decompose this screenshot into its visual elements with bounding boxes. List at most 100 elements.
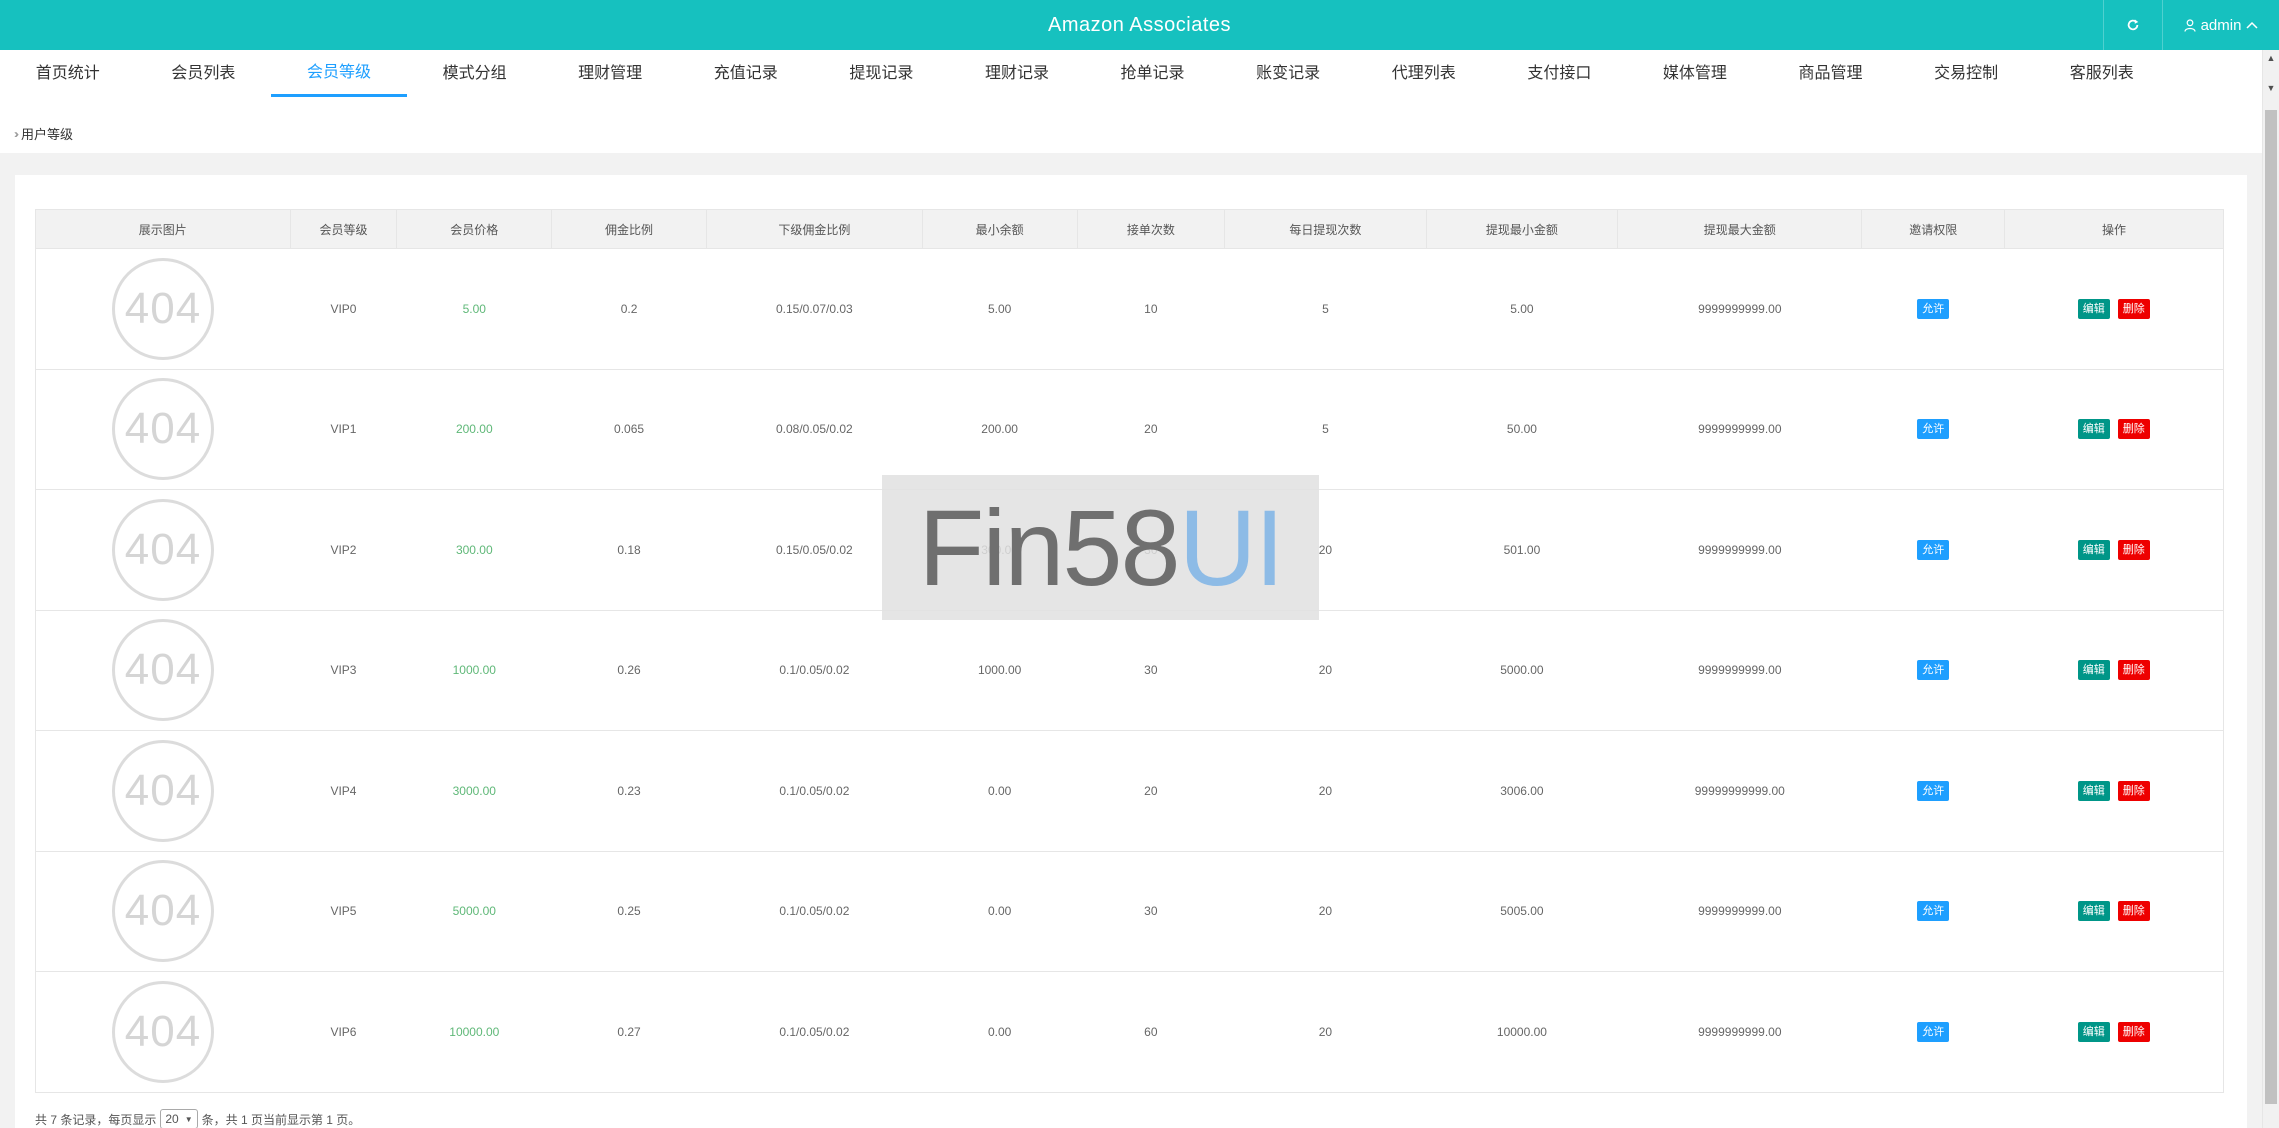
level-table: 展示图片 会员等级 会员价格 佣金比例 下级佣金比例 最小余额 接单次数 每日提现次数 提现最小…	[35, 209, 2224, 1093]
tab-12[interactable]: 支付接口	[1492, 50, 1628, 98]
delete-button[interactable]: 删除	[2117, 780, 2150, 801]
broken-image-placeholder: 404	[112, 980, 215, 1083]
cell-sub-commission: 0.1/0.05/0.02	[706, 850, 923, 972]
cell-withdraw-min: 50.00	[1426, 368, 1618, 490]
scroll-up-arrow-icon[interactable]: ▲	[2263, 50, 2279, 67]
cell-withdraw-min: 3006.00	[1426, 730, 1618, 852]
tab-4[interactable]: 模式分组	[407, 50, 543, 98]
cell-sub-commission: 0.1/0.05/0.02	[706, 971, 923, 1093]
table-row: 404 VIP1 200.00 0.065 0.08/0.05/0.02 200.00 20…	[35, 368, 2224, 490]
cell-level: VIP5	[290, 850, 397, 972]
table-row: 404 VIP4 3000.00 0.23 0.1/0.05/0.02 0.00 20 20 3…	[35, 730, 2224, 852]
image-cell: 404	[35, 248, 291, 370]
invite-allow-badge[interactable]: 允许	[1917, 419, 1950, 440]
cell-daily-withdrawals: 5	[1224, 368, 1427, 490]
cell-price: 300.00	[396, 489, 552, 611]
cell-price: 10000.00	[396, 971, 552, 1093]
invite-allow-badge[interactable]: 允许	[1917, 780, 1950, 801]
cell-commission: 0.18	[551, 489, 707, 611]
user-menu[interactable]: admin	[2162, 0, 2279, 50]
cell-invite: 允许	[1861, 609, 2005, 731]
tab-bar: 首页统计 会员列表 会员等级 模式分组 理财管理 充值记录 提现记录 理财记录 抢单记录 账变记录…	[0, 50, 2170, 100]
invite-allow-badge[interactable]: 允许	[1917, 1021, 1950, 1042]
image-cell: 404	[35, 971, 291, 1093]
tab-2[interactable]: 会员列表	[136, 50, 272, 98]
cell-commission: 0.26	[551, 609, 707, 731]
cell-actions: 编辑 删除	[2004, 368, 2224, 490]
invite-allow-badge[interactable]: 允许	[1917, 298, 1950, 319]
tab-14[interactable]: 商品管理	[1763, 50, 1899, 98]
column-header: 最小余额	[921, 209, 1078, 249]
cell-price: 1000.00	[396, 609, 552, 731]
edit-button[interactable]: 编辑	[2077, 539, 2110, 560]
page-size-select[interactable]: 20 ▼	[160, 1109, 198, 1128]
broken-image-placeholder: 404	[112, 739, 215, 842]
refresh-button[interactable]	[2103, 0, 2162, 50]
tab-6[interactable]: 充值记录	[678, 50, 814, 98]
column-header: 提现最大金额	[1617, 209, 1863, 249]
column-header: 会员价格	[396, 209, 553, 249]
column-header: 佣金比例	[551, 209, 707, 249]
image-cell: 404	[35, 609, 291, 731]
cell-orders: 30	[1077, 850, 1225, 972]
tab-1[interactable]: 首页统计	[0, 50, 136, 98]
invite-allow-badge[interactable]: 允许	[1917, 660, 1950, 681]
cell-withdraw-max: 9999999999.00	[1617, 609, 1862, 731]
tab-7[interactable]: 提现记录	[814, 50, 950, 98]
cell-withdraw-max: 9999999999.00	[1617, 248, 1862, 370]
tab-8[interactable]: 理财记录	[949, 50, 1085, 98]
cell-withdraw-min: 5005.00	[1426, 850, 1618, 972]
column-header: 会员等级	[289, 209, 398, 249]
user-icon	[2183, 18, 2196, 32]
cell-withdraw-min: 5.00	[1426, 248, 1618, 370]
tab-9[interactable]: 抢单记录	[1085, 50, 1221, 98]
tab-15[interactable]: 交易控制	[1898, 50, 2034, 98]
scrollbar-thumb[interactable]	[2265, 110, 2277, 1104]
cell-daily-withdrawals: 20	[1224, 971, 1427, 1093]
vertical-scrollbar[interactable]: ▲ ▼	[2262, 50, 2279, 1128]
cell-withdraw-max: 9999999999.00	[1617, 368, 1862, 490]
invite-allow-badge[interactable]: 允许	[1917, 901, 1950, 922]
delete-button[interactable]: 删除	[2117, 539, 2150, 560]
invite-allow-badge[interactable]: 允许	[1917, 539, 1950, 560]
edit-button[interactable]: 编辑	[2077, 1021, 2110, 1042]
edit-button[interactable]: 编辑	[2077, 901, 2110, 922]
column-header: 展示图片	[35, 209, 291, 249]
delete-button[interactable]: 删除	[2117, 419, 2150, 440]
cell-actions: 编辑 删除	[2004, 489, 2224, 611]
broken-image-placeholder: 404	[112, 257, 215, 360]
edit-button[interactable]: 编辑	[2077, 780, 2110, 801]
tab-3[interactable]: 会员等级	[271, 50, 407, 97]
cell-withdraw-max: 9999999999.00	[1617, 971, 1862, 1093]
column-header: 下级佣金比例	[705, 209, 923, 249]
tab-11[interactable]: 代理列表	[1356, 50, 1492, 98]
cell-level: VIP0	[290, 248, 397, 370]
cell-withdraw-min: 10000.00	[1426, 971, 1618, 1093]
table-row: 404 VIP5 5000.00 0.25 0.1/0.05/0.02 0.00 30 20 5…	[35, 850, 2224, 972]
cell-invite: 允许	[1861, 971, 2005, 1093]
tab-10[interactable]: 账变记录	[1220, 50, 1356, 98]
scroll-down-arrow-icon[interactable]: ▼	[2263, 80, 2279, 97]
tab-16[interactable]: 客服列表	[2034, 50, 2170, 98]
delete-button[interactable]: 删除	[2117, 298, 2150, 319]
cell-withdraw-max: 99999999999.00	[1617, 730, 1862, 852]
delete-button[interactable]: 删除	[2117, 901, 2150, 922]
cell-daily-withdrawals: 20	[1224, 609, 1427, 731]
cell-invite: 允许	[1861, 489, 2005, 611]
tab-13[interactable]: 媒体管理	[1627, 50, 1763, 98]
broken-image-placeholder: 404	[112, 498, 215, 601]
delete-button[interactable]: 删除	[2117, 1021, 2150, 1042]
delete-button[interactable]: 删除	[2117, 660, 2150, 681]
edit-button[interactable]: 编辑	[2077, 419, 2110, 440]
user-name: admin	[2200, 16, 2242, 34]
table-body: 404 VIP0 5.00 0.2 0.15/0.07/0.03 5.00 10 5 5.00 9…	[35, 248, 2224, 1093]
cell-withdraw-max: 9999999999.00	[1617, 850, 1862, 972]
cell-withdraw-min: 501.00	[1426, 489, 1618, 611]
tab-5[interactable]: 理财管理	[542, 50, 678, 98]
cell-commission: 0.065	[551, 368, 707, 490]
image-cell: 404	[35, 368, 291, 490]
cell-daily-withdrawals: 20	[1224, 850, 1427, 972]
edit-button[interactable]: 编辑	[2077, 660, 2110, 681]
cell-invite: 允许	[1861, 368, 2005, 490]
edit-button[interactable]: 编辑	[2077, 298, 2110, 319]
